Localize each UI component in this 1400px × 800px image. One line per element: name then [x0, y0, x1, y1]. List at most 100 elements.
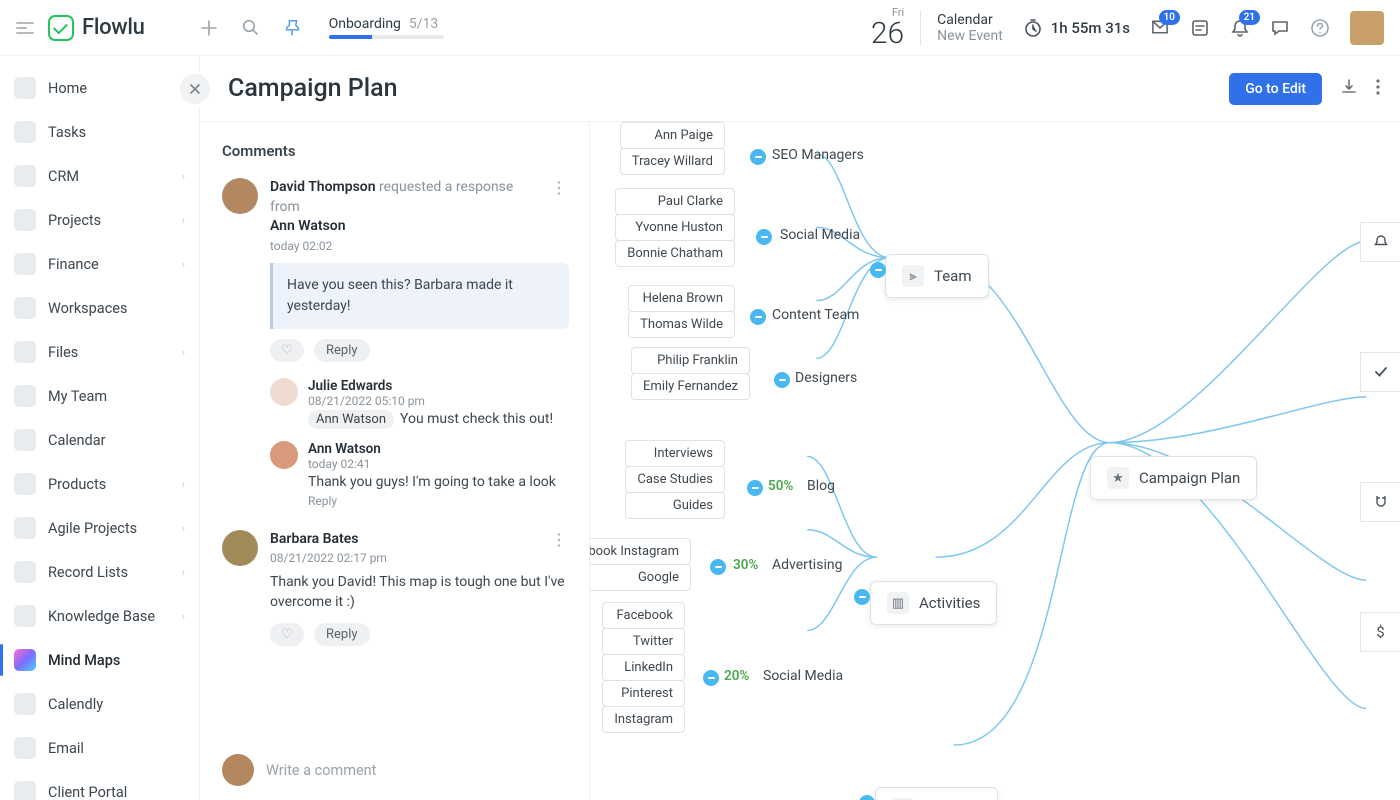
mindmap-node-timeline[interactable]: ≣ Timeline — [875, 787, 998, 800]
branch-label[interactable]: Social Media — [763, 668, 843, 684]
branch-label[interactable]: Advertising — [772, 557, 842, 573]
plus-icon[interactable] — [199, 18, 219, 38]
leaf[interactable]: LinkedIn — [602, 654, 685, 681]
leaf[interactable]: Bonnie Chatham — [615, 240, 735, 267]
nav-toggle-icon[interactable] — [16, 22, 34, 34]
close-icon — [189, 83, 201, 95]
chevron-right-icon: › — [182, 214, 185, 227]
mindmap-canvas[interactable]: ★ Campaign Plan ⫸ Team ▥ Activities — [590, 122, 1400, 800]
collapse-toggle[interactable] — [870, 262, 886, 278]
branch-label[interactable]: Social Media — [780, 227, 860, 243]
collapse-toggle[interactable] — [750, 149, 766, 165]
leaf[interactable]: Philip Franklin — [631, 347, 750, 374]
mention-chip[interactable]: Ann Watson — [308, 410, 394, 429]
leaf[interactable]: Emily Fernandez — [631, 373, 750, 400]
leaf[interactable]: ebook Instagram — [590, 538, 691, 565]
leaf[interactable]: Instagram — [602, 706, 685, 733]
reply-button[interactable]: Reply — [314, 623, 370, 646]
leaf[interactable]: Google — [590, 564, 691, 591]
sidebar-item-projects[interactable]: Projects› — [0, 198, 199, 242]
sidebar-item-workspaces[interactable]: Workspaces — [0, 286, 199, 330]
sidebar-item-calendly[interactable]: Calendly — [0, 682, 199, 726]
help-icon[interactable] — [1310, 18, 1330, 38]
sidebar-item-agile-projects[interactable]: Agile Projects› — [0, 506, 199, 550]
leaf[interactable]: Thomas Wilde — [628, 311, 735, 338]
pin-icon[interactable] — [283, 18, 303, 38]
user-avatar[interactable] — [1350, 11, 1384, 45]
sidebar-item-email[interactable]: Email — [0, 726, 199, 770]
search-icon[interactable] — [241, 18, 261, 38]
leaf[interactable]: Paul Clarke — [615, 188, 735, 215]
chat-icon[interactable] — [1270, 18, 1290, 38]
collapse-toggle[interactable] — [747, 480, 763, 496]
collapse-toggle[interactable] — [710, 559, 726, 575]
branch-pct: 30% — [733, 557, 758, 573]
map-check-button[interactable] — [1360, 352, 1400, 392]
sidebar-item-products[interactable]: Products› — [0, 462, 199, 506]
sidebar-glyph-icon — [14, 253, 36, 275]
sidebar-item-record-lists[interactable]: Record Lists› — [0, 550, 199, 594]
sidebar-item-calendar[interactable]: Calendar — [0, 418, 199, 462]
comment-menu-icon[interactable]: ⋮ — [551, 178, 569, 197]
leaf[interactable]: Yvonne Huston — [615, 214, 735, 241]
sidebar-item-my-team[interactable]: My Team — [0, 374, 199, 418]
bell-badge: 21 — [1239, 10, 1260, 25]
collapse-toggle[interactable] — [750, 309, 766, 325]
leaf[interactable]: Helena Brown — [628, 285, 735, 312]
sidebar-item-client-portal[interactable]: Client Portal — [0, 770, 199, 800]
leaf[interactable]: Tracey Willard — [620, 148, 725, 175]
notes-icon[interactable] — [1190, 18, 1210, 38]
calendar-widget[interactable]: Fri 26 Calendar New Event — [871, 6, 1003, 49]
collapse-toggle[interactable] — [854, 589, 870, 605]
branch-label[interactable]: Blog — [807, 478, 835, 494]
sidebar-item-knowledge-base[interactable]: Knowledge Base› — [0, 594, 199, 638]
collapse-toggle[interactable] — [774, 372, 790, 388]
bar-chart-icon: ▥ — [887, 592, 909, 614]
leaf[interactable]: Ann Paige — [620, 122, 725, 149]
branch-label[interactable]: SEO Managers — [772, 147, 864, 163]
sidebar-item-mind-maps[interactable]: Mind Maps — [0, 638, 199, 682]
leaf[interactable]: Interviews — [625, 440, 725, 467]
comment-author: David Thompson — [270, 179, 376, 195]
inbox-icon[interactable]: 10 — [1150, 18, 1170, 38]
mindmap-node-activities[interactable]: ▥ Activities — [870, 581, 997, 625]
sidebar-item-files[interactable]: Files› — [0, 330, 199, 374]
like-button[interactable]: ♡ — [270, 623, 304, 646]
timer[interactable]: 1h 55m 31s — [1023, 18, 1130, 38]
go-to-edit-button[interactable]: Go to Edit — [1229, 73, 1322, 105]
sidebar-glyph-icon — [14, 517, 36, 539]
map-magnet-button[interactable] — [1360, 482, 1400, 522]
collapse-toggle[interactable] — [756, 229, 772, 245]
reply-button[interactable]: Reply — [314, 339, 370, 362]
like-button[interactable]: ♡ — [270, 339, 304, 362]
leaf[interactable]: Case Studies — [625, 466, 725, 493]
sidebar-item-tasks[interactable]: Tasks — [0, 110, 199, 154]
sidebar-item-home[interactable]: Home — [0, 66, 199, 110]
leaf[interactable]: Twitter — [602, 628, 685, 655]
sidebar-item-finance[interactable]: Finance› — [0, 242, 199, 286]
compose-input[interactable]: Write a comment — [266, 762, 569, 779]
chevron-right-icon: › — [182, 566, 185, 579]
download-icon[interactable] — [1340, 78, 1358, 100]
reply-link[interactable]: Reply — [308, 494, 556, 508]
leaf[interactable]: Pinterest — [602, 680, 685, 707]
mindmap-node-team[interactable]: ⫸ Team — [885, 254, 989, 298]
branch-label[interactable]: Designers — [795, 370, 857, 386]
map-bell-button[interactable] — [1360, 222, 1400, 262]
leaf[interactable]: Guides — [625, 492, 725, 519]
leaf[interactable]: Facebook — [602, 602, 685, 629]
onboarding-widget[interactable]: Onboarding5/13 — [329, 16, 444, 39]
close-panel-button[interactable] — [180, 74, 210, 104]
sidebar-item-crm[interactable]: CRM› — [0, 154, 199, 198]
mindmap-root[interactable]: ★ Campaign Plan — [1090, 456, 1257, 500]
more-icon[interactable] — [1376, 79, 1380, 99]
logo[interactable]: Flowlu — [48, 15, 145, 41]
collapse-toggle[interactable] — [703, 670, 719, 686]
bell-icon[interactable]: 21 — [1230, 18, 1250, 38]
comment-menu-icon[interactable]: ⋮ — [551, 530, 569, 549]
comment-reply: Julie Edwards 08/21/2022 05:10 pm Ann Wa… — [270, 378, 569, 427]
avatar — [222, 754, 254, 786]
reply-time: 08/21/2022 05:10 pm — [308, 394, 553, 408]
branch-label[interactable]: Content Team — [772, 307, 859, 323]
map-dollar-button[interactable]: $ — [1360, 612, 1400, 652]
